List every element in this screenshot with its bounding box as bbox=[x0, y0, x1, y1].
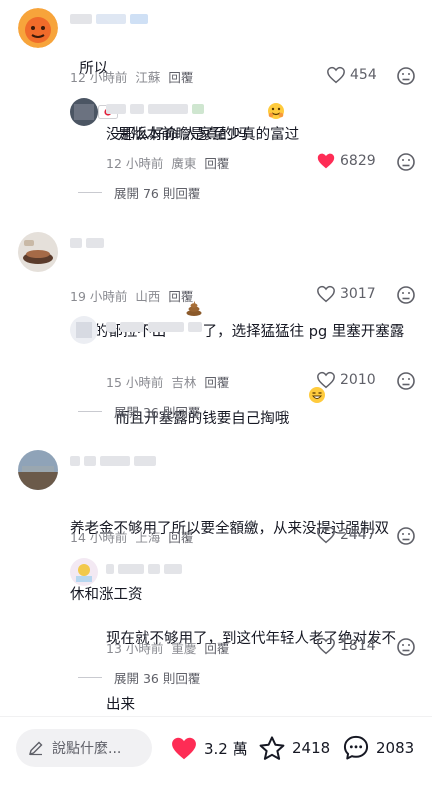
reply-avatar[interactable] bbox=[70, 98, 98, 126]
reply-time: 13 小時前 bbox=[106, 641, 164, 656]
dislike-button[interactable] bbox=[396, 371, 416, 391]
comment-location: 上海 bbox=[135, 530, 161, 545]
dislike-face-icon bbox=[397, 286, 415, 304]
expand-replies[interactable]: 展開 36 則回覆 bbox=[78, 668, 200, 687]
username-blurred[interactable] bbox=[70, 454, 156, 468]
dislike-face-icon bbox=[397, 372, 415, 390]
reply-text: 没那么好命 人家至少真的富过 bbox=[106, 127, 300, 143]
avatar[interactable] bbox=[18, 232, 58, 272]
dislike-button[interactable] bbox=[396, 526, 416, 546]
like-button[interactable]: 2447 bbox=[316, 526, 376, 544]
expand-replies[interactable]: 展開 36 則回覆 bbox=[78, 402, 200, 421]
expand-replies[interactable]: 展開 76 則回覆 bbox=[78, 183, 200, 202]
dislike-button[interactable] bbox=[396, 152, 416, 172]
username-blurred[interactable] bbox=[106, 320, 202, 334]
comment-meta: 14 小時前 上海 回覆 bbox=[70, 527, 193, 546]
comment-time: 14 小時前 bbox=[70, 530, 128, 545]
reply-text-line: 出来 bbox=[106, 697, 135, 713]
like-count: 6829 bbox=[340, 153, 376, 169]
avatar[interactable] bbox=[18, 450, 58, 490]
like-button[interactable]: 3017 bbox=[316, 285, 376, 303]
expand-replies-label: 展開 36 則回覆 bbox=[114, 671, 201, 686]
username-blurred[interactable] bbox=[106, 102, 204, 116]
reply-meta: 13 小時前 重慶 回覆 bbox=[106, 638, 229, 657]
like-button[interactable]: 2010 bbox=[316, 371, 376, 389]
like-button[interactable]: 1814 bbox=[316, 637, 376, 655]
like-count: 454 bbox=[350, 67, 377, 83]
star-outline-icon bbox=[259, 735, 285, 760]
heart-filled-icon bbox=[317, 153, 335, 169]
reply-time: 12 小時前 bbox=[106, 156, 164, 171]
reply-location: 重慶 bbox=[171, 641, 197, 656]
heart-outline-icon bbox=[317, 637, 335, 655]
reply-avatar[interactable] bbox=[70, 558, 98, 586]
comment-bubble-icon bbox=[343, 735, 369, 760]
dislike-button[interactable] bbox=[396, 285, 416, 305]
comment-location: 山西 bbox=[135, 289, 161, 304]
comment-meta: 12 小時前 江蘇 回覆 bbox=[70, 67, 193, 86]
reply-avatar[interactable] bbox=[70, 316, 98, 344]
video-like-button[interactable]: 3.2 萬 bbox=[170, 729, 248, 767]
favorite-count: 2418 bbox=[292, 739, 331, 757]
like-count: 1814 bbox=[340, 638, 376, 654]
reply-button[interactable]: 回覆 bbox=[168, 286, 193, 305]
like-button[interactable]: 454 bbox=[326, 66, 377, 84]
reply-button[interactable]: 回覆 bbox=[204, 372, 229, 391]
bottom-action-bar: 說點什麼... 3.2 萬 2418 2083 bbox=[0, 716, 432, 801]
heart-outline-icon bbox=[317, 371, 335, 389]
divider bbox=[78, 192, 102, 193]
dislike-button[interactable] bbox=[396, 637, 416, 657]
reply-meta: 15 小時前 吉林 回覆 bbox=[106, 372, 229, 391]
dislike-face-icon bbox=[397, 67, 415, 85]
comment-meta: 19 小時前 山西 回覆 bbox=[70, 286, 193, 305]
reply-button[interactable]: 回覆 bbox=[204, 638, 229, 657]
like-count: 2447 bbox=[340, 527, 376, 543]
comments-button[interactable]: 2083 bbox=[342, 729, 414, 767]
avatar[interactable] bbox=[18, 8, 58, 48]
divider bbox=[78, 411, 102, 412]
dislike-face-icon bbox=[397, 638, 415, 656]
reply-location: 吉林 bbox=[171, 375, 197, 390]
username-blurred[interactable] bbox=[70, 12, 148, 26]
comment-location: 江蘇 bbox=[135, 70, 161, 85]
dislike-face-icon bbox=[397, 527, 415, 545]
dislike-button[interactable] bbox=[396, 66, 416, 86]
divider bbox=[78, 677, 102, 678]
username-blurred[interactable] bbox=[70, 236, 104, 250]
video-like-count: 3.2 萬 bbox=[204, 739, 248, 758]
heart-outline-icon bbox=[327, 66, 345, 84]
expand-replies-label: 展開 36 則回覆 bbox=[114, 405, 201, 420]
like-button[interactable]: 6829 bbox=[316, 152, 376, 170]
reply-button[interactable]: 回覆 bbox=[168, 527, 193, 546]
comment-time: 12 小時前 bbox=[70, 70, 128, 85]
reply-time: 15 小時前 bbox=[106, 375, 164, 390]
comment-input[interactable]: 說點什麼... bbox=[16, 729, 152, 767]
expand-replies-label: 展開 76 則回覆 bbox=[114, 186, 201, 201]
heart-outline-icon bbox=[317, 285, 335, 303]
comment-time: 19 小時前 bbox=[70, 289, 128, 304]
like-count: 3017 bbox=[340, 286, 376, 302]
reply-location: 廣東 bbox=[171, 156, 197, 171]
reply-text: 现在就不够用了，到这代年轻人老了绝对发不 出来 bbox=[106, 584, 396, 738]
reply-button[interactable]: 回覆 bbox=[204, 153, 229, 172]
heart-filled-icon bbox=[172, 737, 196, 759]
reply-button[interactable]: 回覆 bbox=[168, 67, 193, 86]
comment-input-placeholder: 說點什麼... bbox=[52, 741, 122, 757]
dislike-face-icon bbox=[397, 153, 415, 171]
favorite-button[interactable]: 2418 bbox=[258, 729, 330, 767]
comment-count: 2083 bbox=[376, 739, 415, 757]
like-count: 2010 bbox=[340, 372, 376, 388]
username-blurred[interactable] bbox=[106, 562, 182, 576]
heart-outline-icon bbox=[317, 526, 335, 544]
reply-meta: 12 小時前 廣東 回覆 bbox=[106, 153, 229, 172]
pencil-icon bbox=[28, 741, 43, 756]
